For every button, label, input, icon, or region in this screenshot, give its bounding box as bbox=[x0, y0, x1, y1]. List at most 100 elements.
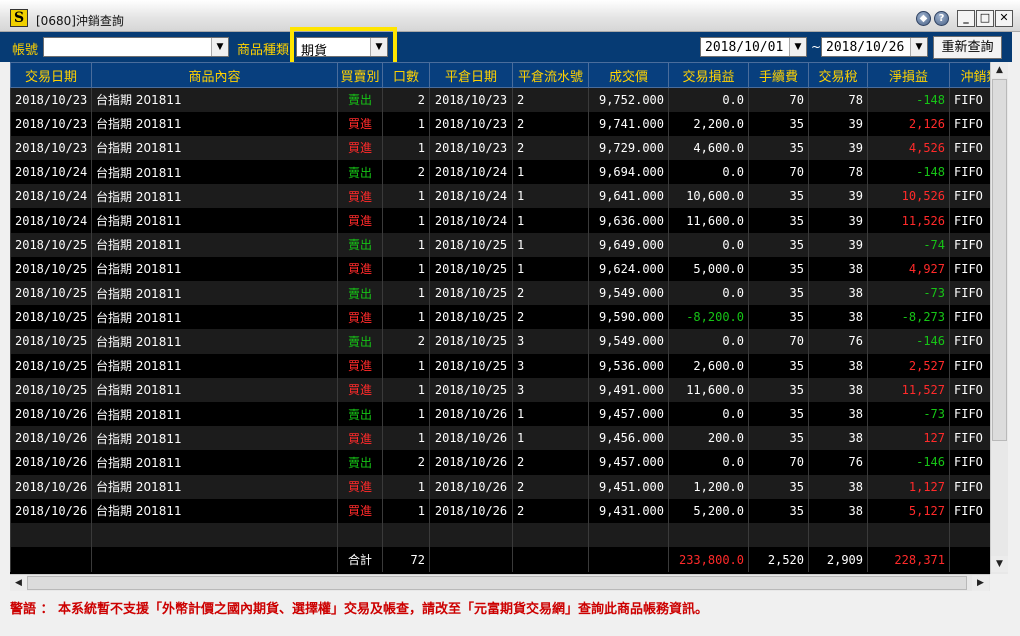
cell-product: 台指期 201811 bbox=[91, 377, 338, 402]
table-row[interactable]: 2018/10/23 台指期 201811 買進 1 2018/10/23 2 9,741.… bbox=[10, 111, 990, 136]
cell-fee: 70 bbox=[748, 329, 809, 354]
table-row[interactable]: 2018/10/26 台指期 201811 賣出 1 2018/10/26 1 9,457.… bbox=[10, 401, 990, 427]
cell-qty: 1 bbox=[382, 111, 430, 136]
column-header[interactable]: 交易損益 bbox=[668, 62, 749, 88]
table-row[interactable]: 2018/10/25 台指期 201811 買進 1 2018/10/25 3 9,536.… bbox=[10, 353, 990, 378]
chevron-down-icon[interactable]: ▼ bbox=[910, 38, 927, 56]
table-row[interactable]: 2018/10/25 台指期 201811 買進 1 2018/10/25 1 9,624.… bbox=[10, 256, 990, 281]
table-row[interactable]: 2018/10/26 台指期 201811 買進 1 2018/10/26 2 9,431.… bbox=[10, 498, 990, 523]
close-button[interactable]: ✕ bbox=[995, 10, 1013, 27]
chevron-down-icon[interactable]: ▼ bbox=[789, 38, 806, 56]
cell-product: 台指期 201811 bbox=[91, 401, 338, 427]
column-header[interactable]: 交易日期 bbox=[10, 62, 92, 88]
cell-tax: 78 bbox=[808, 87, 868, 112]
column-header[interactable]: 平倉日期 bbox=[429, 62, 513, 88]
scroll-up-icon[interactable]: ▲ bbox=[991, 62, 1008, 78]
cell-type: FIFO bbox=[949, 184, 990, 209]
table-row[interactable]: 2018/10/25 台指期 201811 買進 1 2018/10/25 2 9,590.… bbox=[10, 305, 990, 330]
scroll-right-icon[interactable]: ▶ bbox=[972, 575, 989, 591]
cell-close-date: 2018/10/23 bbox=[429, 87, 513, 112]
column-header[interactable]: 交易稅 bbox=[808, 62, 868, 88]
table-row[interactable]: 2018/10/26 台指期 201811 買進 1 2018/10/26 2 9,451.… bbox=[10, 474, 990, 499]
cell-serial: 3 bbox=[512, 377, 589, 402]
table-row[interactable]: 2018/10/23 台指期 201811 賣出 2 2018/10/23 2 9,752.… bbox=[10, 87, 990, 112]
cell-fee: 70 bbox=[748, 160, 809, 185]
table-row[interactable]: 2018/10/24 台指期 201811 買進 1 2018/10/24 1 9,641.… bbox=[10, 184, 990, 209]
cell-fee: 70 bbox=[748, 450, 809, 475]
column-header[interactable]: 淨損益 bbox=[867, 62, 950, 88]
cell-pl: 200.0 bbox=[668, 426, 749, 451]
chevron-down-icon[interactable]: ▼ bbox=[211, 38, 228, 56]
vertical-scrollbar[interactable]: ▲ ▼ bbox=[990, 62, 1008, 574]
cell-product: 台指期 201811 bbox=[91, 160, 338, 185]
date-from-field[interactable]: 2018/10/01 ▼ bbox=[700, 37, 807, 57]
empty-cell bbox=[668, 522, 749, 548]
table-row[interactable]: 2018/10/23 台指期 201811 買進 1 2018/10/23 2 9,729.… bbox=[10, 135, 990, 161]
cell-qty: 1 bbox=[382, 305, 430, 330]
cell-close-date: 2018/10/26 bbox=[429, 426, 513, 451]
cell-side: 買進 bbox=[337, 498, 383, 523]
cell-side: 買進 bbox=[337, 111, 383, 136]
cell-pl: 11,600.0 bbox=[668, 208, 749, 233]
cell-serial: 1 bbox=[512, 208, 589, 233]
cell-product: 台指期 201811 bbox=[91, 281, 338, 306]
table-row[interactable]: 2018/10/24 台指期 201811 買進 1 2018/10/24 1 9,636.… bbox=[10, 208, 990, 233]
table-row[interactable]: 2018/10/25 台指期 201811 賣出 2 2018/10/25 3 9,549.… bbox=[10, 329, 990, 354]
cell-tax: 78 bbox=[808, 160, 868, 185]
cell-price: 9,624.000 bbox=[588, 256, 669, 281]
cell-serial: 3 bbox=[512, 353, 589, 378]
cell-pl: 0.0 bbox=[668, 160, 749, 185]
cell-tax: 38 bbox=[808, 474, 868, 499]
help-icon[interactable]: ? bbox=[934, 11, 949, 26]
cell-price: 9,457.000 bbox=[588, 401, 669, 427]
table-row[interactable]: 2018/10/26 台指期 201811 賣出 2 2018/10/26 2 9,457.… bbox=[10, 450, 990, 475]
cell-serial: 2 bbox=[512, 281, 589, 306]
cell-qty: 1 bbox=[382, 232, 430, 257]
cell-fee: 35 bbox=[748, 353, 809, 378]
cell-tax: 38 bbox=[808, 401, 868, 427]
cell-type: FIFO bbox=[949, 87, 990, 112]
maximize-button[interactable]: □ bbox=[976, 10, 994, 27]
cell-close-date: 2018/10/24 bbox=[429, 184, 513, 209]
cell-date: 2018/10/26 bbox=[10, 426, 92, 451]
horizontal-scroll-thumb[interactable] bbox=[27, 576, 967, 590]
account-select[interactable]: ▼ bbox=[43, 37, 229, 57]
scroll-left-icon[interactable]: ◀ bbox=[10, 575, 27, 591]
table-row[interactable]: 2018/10/26 台指期 201811 買進 1 2018/10/26 1 9,456.… bbox=[10, 426, 990, 451]
column-header[interactable]: 沖銷類 bbox=[949, 62, 990, 88]
cell-net: -73 bbox=[867, 281, 950, 306]
cell-fee: 35 bbox=[748, 305, 809, 330]
empty-cell bbox=[949, 522, 990, 548]
column-header[interactable]: 買賣別 bbox=[337, 62, 383, 88]
requery-button[interactable]: 重新查詢 bbox=[933, 36, 1002, 59]
cell-price: 9,431.000 bbox=[588, 498, 669, 523]
cell-side: 賣出 bbox=[337, 329, 383, 354]
column-header[interactable]: 平倉流水號 bbox=[512, 62, 589, 88]
table-row[interactable]: 2018/10/24 台指期 201811 賣出 2 2018/10/24 1 9,694.… bbox=[10, 160, 990, 185]
scroll-down-icon[interactable]: ▼ bbox=[991, 556, 1008, 572]
column-header[interactable]: 口數 bbox=[382, 62, 430, 88]
empty-cell bbox=[429, 522, 513, 548]
cell-serial: 2 bbox=[512, 474, 589, 499]
table-row[interactable]: 2018/10/25 台指期 201811 賣出 1 2018/10/25 1 9,649.… bbox=[10, 232, 990, 257]
date-to-field[interactable]: 2018/10/26 ▼ bbox=[821, 37, 928, 57]
vertical-scroll-thumb[interactable] bbox=[992, 79, 1007, 441]
cell-price: 9,549.000 bbox=[588, 281, 669, 306]
column-header[interactable]: 成交價 bbox=[588, 62, 669, 88]
cell-qty: 1 bbox=[382, 256, 430, 281]
table-row[interactable]: 2018/10/25 台指期 201811 買進 1 2018/10/25 3 9,491.… bbox=[10, 377, 990, 402]
cell-pl: 1,200.0 bbox=[668, 474, 749, 499]
table-row[interactable]: 2018/10/25 台指期 201811 賣出 1 2018/10/25 2 9,549.… bbox=[10, 281, 990, 306]
info-icon[interactable]: ◆ bbox=[916, 11, 931, 26]
cell-product: 台指期 201811 bbox=[91, 353, 338, 378]
cell-close-date: 2018/10/26 bbox=[429, 450, 513, 475]
horizontal-scrollbar[interactable]: ◀ ▶ bbox=[10, 574, 990, 591]
column-header[interactable]: 商品內容 bbox=[91, 62, 338, 88]
minimize-button[interactable]: _ bbox=[957, 10, 975, 27]
total-pl: 233,800.0 bbox=[668, 547, 749, 573]
cell-pl: -8,200.0 bbox=[668, 305, 749, 330]
cell-close-date: 2018/10/24 bbox=[429, 160, 513, 185]
column-header[interactable]: 手續費 bbox=[748, 62, 809, 88]
empty-row bbox=[10, 522, 990, 548]
cell-date: 2018/10/25 bbox=[10, 281, 92, 306]
